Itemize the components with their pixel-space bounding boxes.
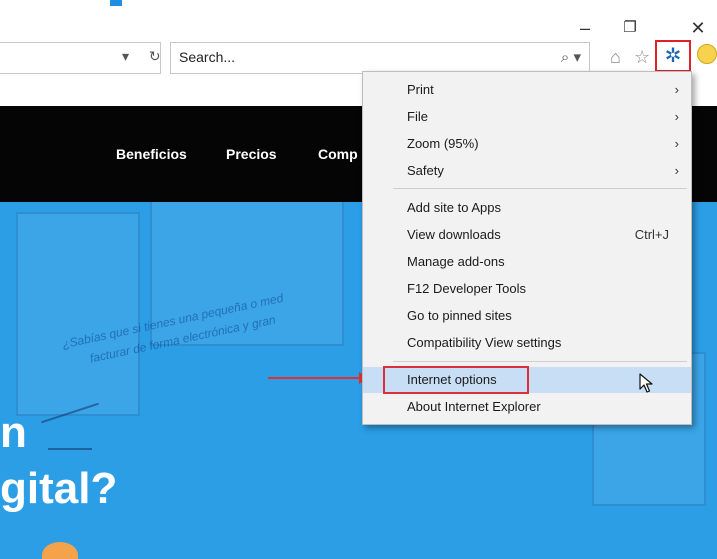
menu-item-go-to-pinned-sites[interactable]: Go to pinned sites [363,303,691,329]
menu-separator [393,361,687,362]
chevron-right-icon: › [674,163,679,178]
minimize-button[interactable]: – [573,18,597,38]
menu-item-label: Print [407,82,434,97]
tools-menu: Print › File › Zoom (95%) › Safety › Add… [362,71,692,425]
menu-item-label: Add site to Apps [407,200,501,215]
menu-item-zoom[interactable]: Zoom (95%) › [363,131,691,157]
title-accent [110,0,122,6]
hero-title-line2: gital? [0,464,118,513]
gear-icon: ✲ [664,45,682,67]
menu-item-f12-developer-tools[interactable]: F12 Developer Tools [363,276,691,302]
menu-item-file[interactable]: File › [363,104,691,130]
feedback-smiley-icon[interactable] [697,44,717,64]
hero-title-line1: n [0,408,27,457]
chevron-right-icon: › [674,82,679,97]
tutorial-arrow [268,377,360,379]
menu-item-internet-options[interactable]: Internet options [363,366,691,394]
menu-item-label: File [407,109,428,124]
menu-item-label: F12 Developer Tools [407,281,526,296]
menu-item-label: View downloads [407,227,501,242]
menu-item-about-internet-explorer[interactable]: About Internet Explorer [363,394,691,420]
nav-beneficios[interactable]: Beneficios [116,146,187,162]
menu-item-view-downloads[interactable]: View downloads Ctrl+J [363,222,691,248]
hero-dash-line [48,448,92,450]
menu-item-label: Go to pinned sites [407,308,512,323]
menu-item-label: Manage add-ons [407,254,505,269]
menu-item-shortcut: Ctrl+J [634,227,669,242]
nav-precios[interactable]: Precios [226,146,277,162]
menu-item-label: Compatibility View settings [407,335,562,350]
restore-button[interactable]: ❐ [618,18,642,38]
mouse-pointer-icon [639,373,653,393]
search-input[interactable]: Search... [179,49,235,65]
chevron-right-icon: › [674,136,679,151]
menu-item-label: Internet options [407,372,497,387]
close-button[interactable]: ✕ [686,18,710,38]
chevron-right-icon: › [674,109,679,124]
home-icon[interactable]: ⌂ [610,46,621,68]
menu-item-label: Safety [407,163,444,178]
menu-item-safety[interactable]: Safety › [363,158,691,184]
menu-item-label: About Internet Explorer [407,399,541,414]
hero-illustration-folder [16,212,140,416]
address-controls[interactable]: ▾ ↻ [122,48,169,65]
tools-button[interactable]: ✲ [655,40,691,72]
nav-comp[interactable]: Comp [318,146,358,162]
menu-item-label: Zoom (95%) [407,136,479,151]
menu-item-manage-add-ons[interactable]: Manage add-ons [363,249,691,275]
menu-separator [393,188,687,189]
search-box[interactable]: Search... ⌕ ▾ [170,42,590,74]
hero-hand-graphic [42,542,78,559]
menu-item-print[interactable]: Print › [363,77,691,103]
search-icon[interactable]: ⌕ ▾ [561,48,581,66]
menu-item-add-site-to-apps[interactable]: Add site to Apps [363,195,691,221]
menu-item-compatibility-view-settings[interactable]: Compatibility View settings [363,330,691,356]
favorites-star-icon[interactable]: ☆ [634,46,650,68]
